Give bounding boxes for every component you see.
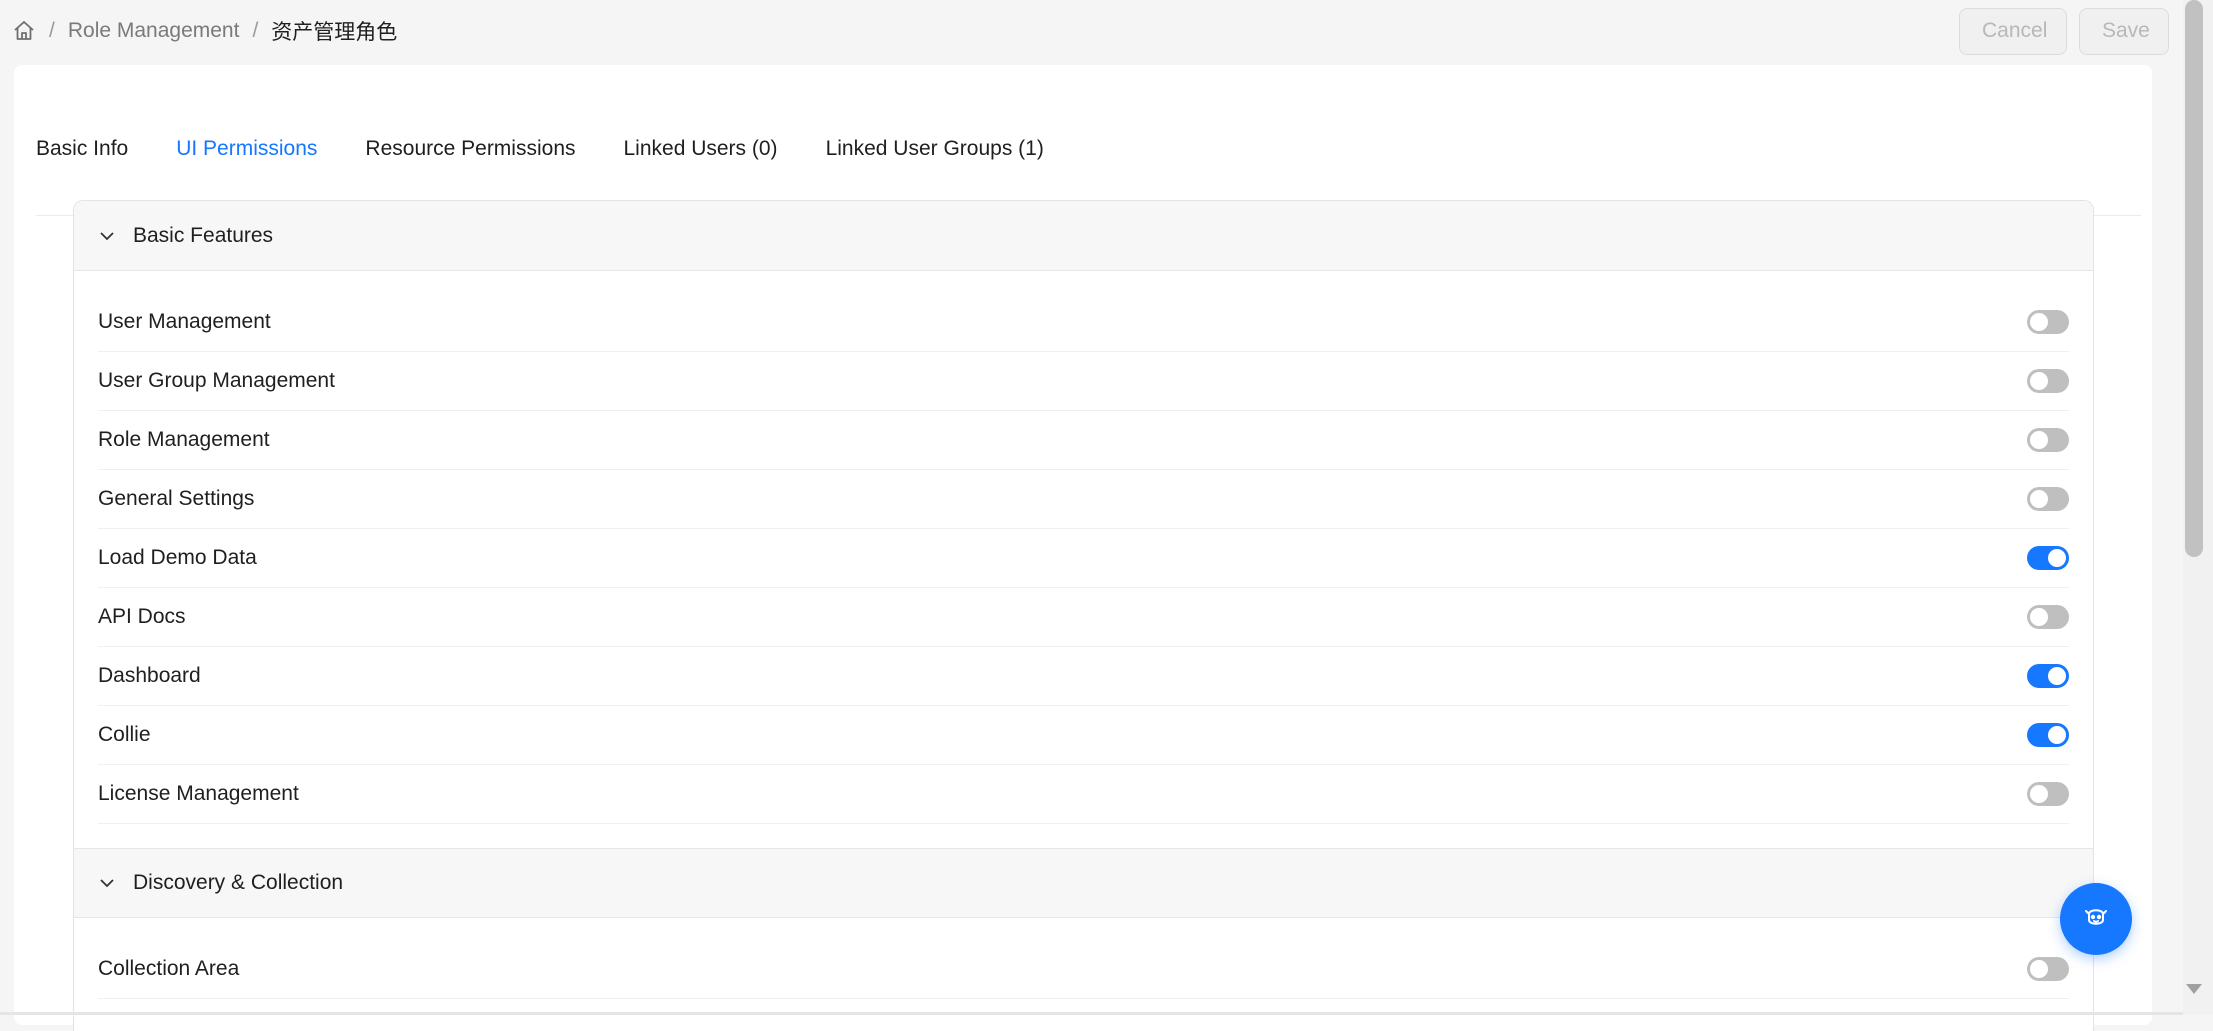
switch-knob bbox=[2030, 313, 2048, 331]
permission-row: Collection Area bbox=[98, 940, 2069, 999]
switch-knob bbox=[2030, 608, 2048, 626]
panel-title: Discovery & Collection bbox=[133, 871, 344, 894]
permission-row: Dashboard bbox=[98, 647, 2069, 706]
switch-knob bbox=[2048, 549, 2066, 567]
tab-linked-users[interactable]: Linked Users (0) bbox=[624, 99, 778, 216]
permission-row: User Management bbox=[98, 293, 2069, 352]
permission-row: Collie bbox=[98, 706, 2069, 765]
tab-resource-permissions[interactable]: Resource Permissions bbox=[365, 99, 575, 216]
scrollbar-thumb[interactable] bbox=[2185, 0, 2203, 557]
permission-label: User Group Management bbox=[98, 369, 335, 392]
chevron-down-icon bbox=[97, 226, 117, 246]
tab-linked-user-groups[interactable]: Linked User Groups (1) bbox=[826, 99, 1044, 216]
permission-switch[interactable] bbox=[2027, 723, 2069, 747]
panel-title: Basic Features bbox=[133, 223, 274, 247]
permission-switch[interactable] bbox=[2027, 310, 2069, 334]
permission-switch[interactable] bbox=[2027, 428, 2069, 452]
permission-switch[interactable] bbox=[2027, 487, 2069, 511]
tab-basic-info[interactable]: Basic Info bbox=[36, 99, 128, 216]
save-button[interactable]: Save bbox=[2079, 7, 2169, 55]
permission-label: License Management bbox=[98, 782, 299, 805]
permission-row: General Settings bbox=[98, 470, 2069, 529]
panel-header-discovery-collection[interactable]: Discovery & Collection bbox=[74, 848, 2093, 918]
tab-ui-permissions[interactable]: UI Permissions bbox=[176, 99, 318, 217]
permission-switch[interactable] bbox=[2027, 957, 2069, 981]
breadcrumb-role-management[interactable]: Role Management bbox=[68, 19, 240, 43]
breadcrumb: / Role Management / 资产管理角色 bbox=[12, 16, 397, 46]
permission-switch[interactable] bbox=[2027, 782, 2069, 806]
header-actions: Cancel Save bbox=[1959, 7, 2169, 55]
permission-label: General Settings bbox=[98, 487, 255, 510]
panel-header-basic-features[interactable]: Basic Features bbox=[74, 201, 2093, 271]
permissions-collapse: Basic Features User Management User Grou… bbox=[73, 200, 2094, 1031]
permission-label: Dashboard bbox=[98, 664, 201, 687]
breadcrumb-current: 资产管理角色 bbox=[271, 21, 398, 44]
permission-switch[interactable] bbox=[2027, 605, 2069, 629]
switch-knob bbox=[2030, 490, 2048, 508]
breadcrumb-separator: / bbox=[49, 19, 55, 42]
home-icon[interactable] bbox=[12, 19, 36, 43]
permission-row: Role Management bbox=[98, 411, 2069, 470]
breadcrumb-separator: / bbox=[252, 19, 259, 42]
permission-label: Load Demo Data bbox=[98, 546, 257, 569]
permission-row: License Management bbox=[98, 765, 2069, 824]
permission-label: Role Management bbox=[98, 428, 270, 451]
permission-switch[interactable] bbox=[2027, 546, 2069, 570]
permission-label: User Management bbox=[98, 310, 271, 333]
permission-row: Load Demo Data bbox=[98, 529, 2069, 588]
cancel-button[interactable]: Cancel bbox=[1959, 7, 2067, 55]
permission-row: API Docs bbox=[98, 588, 2069, 647]
assistant-fab-button[interactable] bbox=[2060, 883, 2132, 955]
panel-body-basic-features: User Management User Group Management Ro… bbox=[74, 271, 2093, 848]
switch-knob bbox=[2030, 785, 2048, 803]
switch-knob bbox=[2030, 372, 2048, 390]
switch-knob bbox=[2048, 726, 2066, 744]
permission-label: Collie bbox=[98, 723, 151, 746]
permission-row: User Group Management bbox=[98, 352, 2069, 411]
permission-label: Collection Area bbox=[98, 957, 240, 980]
chevron-down-icon bbox=[97, 873, 117, 893]
switch-knob bbox=[2048, 667, 2066, 685]
panel-body-discovery-collection: Collection Area bbox=[74, 918, 2093, 1023]
top-bar: / Role Management / 资产管理角色 Cancel Save bbox=[0, 0, 2183, 62]
switch-knob bbox=[2030, 960, 2048, 978]
permission-switch[interactable] bbox=[2027, 664, 2069, 688]
tab-bar: Basic Info UI Permissions Resource Permi… bbox=[36, 99, 2141, 217]
permission-switch[interactable] bbox=[2027, 369, 2069, 393]
switch-knob bbox=[2030, 431, 2048, 449]
permission-label: API Docs bbox=[98, 605, 186, 628]
bot-icon bbox=[2082, 903, 2110, 936]
scroll-down-icon[interactable] bbox=[2186, 984, 2202, 994]
